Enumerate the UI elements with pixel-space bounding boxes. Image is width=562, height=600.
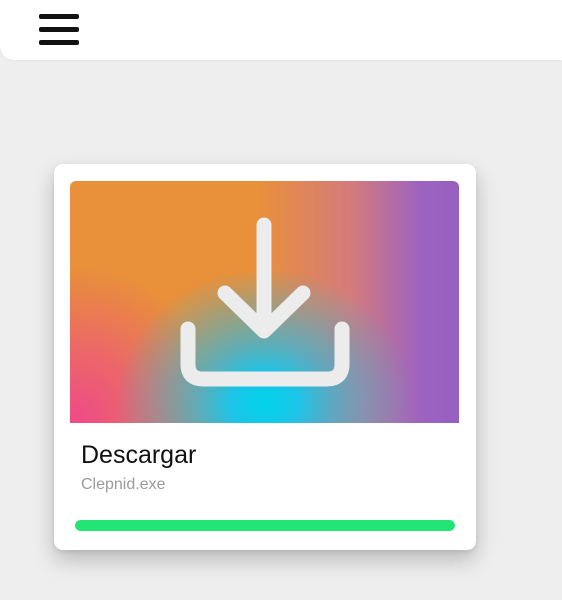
download-icon xyxy=(180,217,350,387)
menu-bar-line xyxy=(39,40,79,45)
menu-bar-line xyxy=(39,27,79,32)
download-progress-bar xyxy=(75,520,455,531)
top-bar xyxy=(0,0,562,60)
download-card[interactable]: Descargar Clepnid.exe xyxy=(54,164,476,550)
card-title: Descargar xyxy=(81,441,197,469)
hamburger-menu-icon[interactable] xyxy=(33,8,85,52)
download-hero-image[interactable] xyxy=(70,181,459,423)
download-progress-fill xyxy=(75,520,455,531)
menu-bar-line xyxy=(39,14,79,19)
file-name: Clepnid.exe xyxy=(81,476,166,493)
